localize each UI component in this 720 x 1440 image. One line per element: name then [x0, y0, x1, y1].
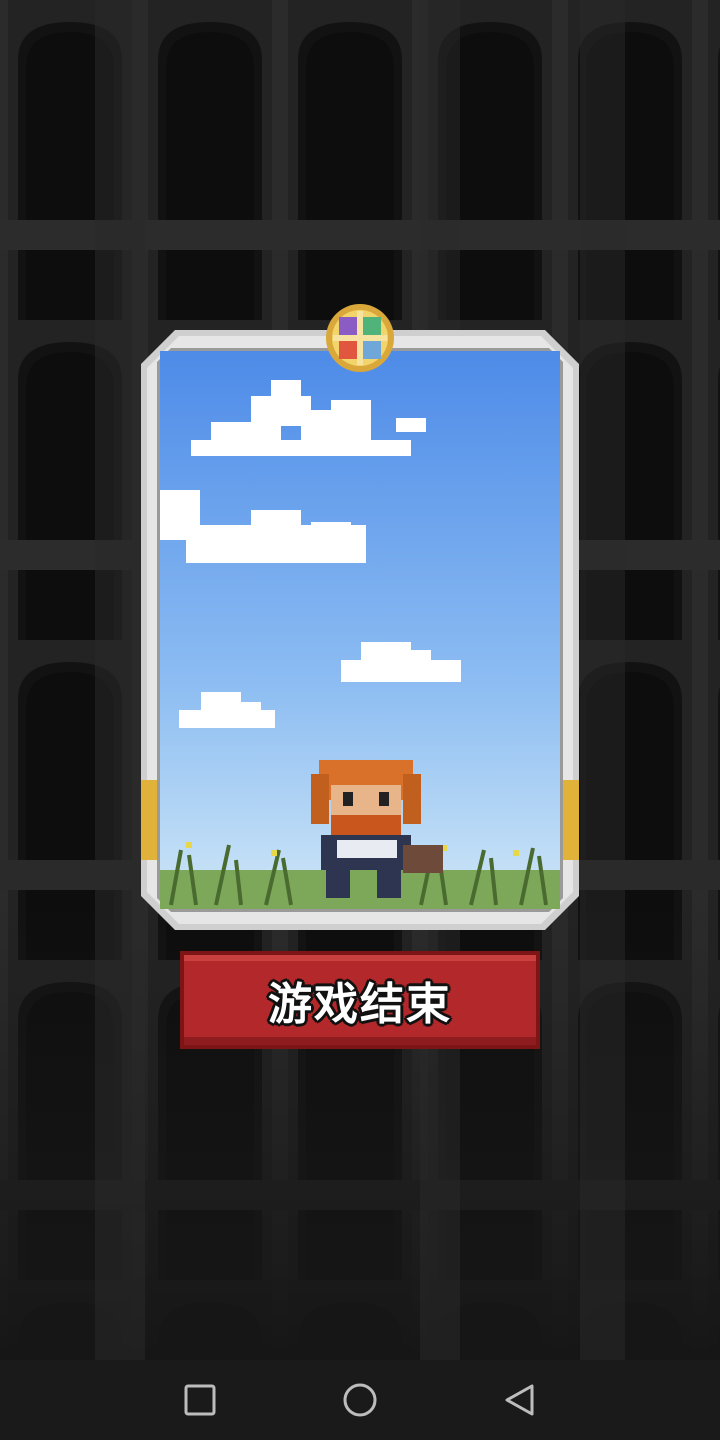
character-card	[141, 330, 579, 930]
game-over-label: 游戏结束	[268, 979, 452, 1030]
square-icon[interactable]	[180, 1380, 220, 1420]
compass-emblem-icon	[326, 304, 394, 372]
triangle-back-icon[interactable]	[500, 1380, 540, 1420]
game-over-button[interactable]: 游戏结束	[180, 951, 540, 1049]
circle-icon[interactable]	[340, 1380, 380, 1420]
system-navigation-bar	[0, 1360, 720, 1440]
